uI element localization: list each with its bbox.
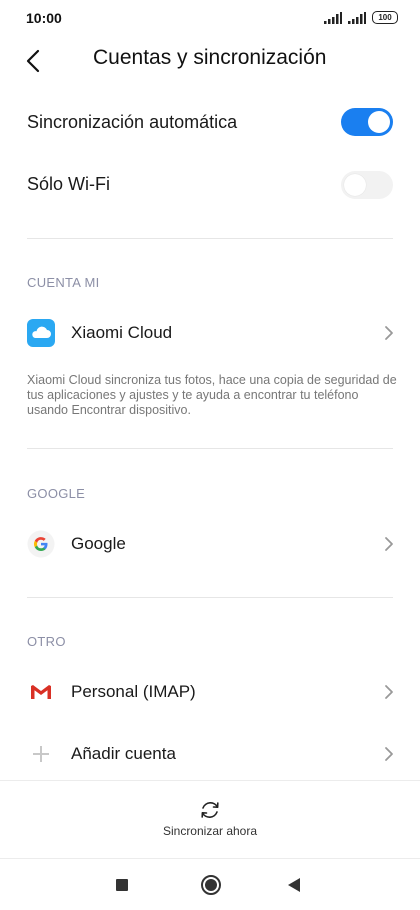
- system-nav-bar: [0, 860, 420, 910]
- google-icon: [27, 530, 55, 558]
- xiaomi-cloud-description: Xiaomi Cloud sincroniza tus fotos, hace …: [27, 373, 397, 417]
- chevron-right-icon: [385, 747, 393, 761]
- chevron-right-icon: [385, 685, 393, 699]
- page-title: Cuentas y sincronización: [93, 46, 327, 69]
- status-bar: 10:00 100: [0, 0, 420, 36]
- back-triangle-icon[interactable]: [287, 877, 301, 893]
- home-circle-icon[interactable]: [200, 874, 222, 896]
- chevron-right-icon: [385, 326, 393, 340]
- divider: [27, 597, 393, 598]
- auto-sync-row[interactable]: Sincronización automática: [0, 100, 420, 146]
- section-header-other: OTRO: [27, 634, 66, 649]
- section-header-google: GOOGLE: [27, 486, 86, 501]
- xiaomi-cloud-label: Xiaomi Cloud: [71, 323, 173, 342]
- header: Cuentas y sincronización: [0, 36, 420, 84]
- back-arrow-icon[interactable]: [20, 46, 50, 76]
- add-account-label: Añadir cuenta: [71, 744, 176, 763]
- add-account-item[interactable]: Añadir cuenta: [0, 731, 420, 777]
- google-account-item[interactable]: Google: [0, 521, 420, 567]
- xiaomi-cloud-item[interactable]: Xiaomi Cloud: [0, 310, 420, 356]
- xiaomi-cloud-icon: [27, 319, 55, 347]
- divider: [0, 858, 420, 859]
- toggle-knob: [344, 174, 366, 196]
- gmail-icon: [31, 685, 51, 699]
- personal-imap-item[interactable]: Personal (IMAP): [0, 669, 420, 715]
- wifi-only-row[interactable]: Sólo Wi-Fi: [0, 162, 420, 208]
- personal-imap-label: Personal (IMAP): [71, 682, 196, 701]
- chevron-right-icon: [385, 537, 393, 551]
- auto-sync-toggle[interactable]: [341, 108, 393, 136]
- auto-sync-label: Sincronización automática: [27, 112, 238, 132]
- wifi-only-label: Sólo Wi-Fi: [27, 174, 111, 194]
- signal-icon: [324, 11, 342, 24]
- signal-icon-2: [348, 11, 366, 24]
- google-label: Google: [71, 534, 126, 553]
- sync-now-button[interactable]: Sincronizar ahora: [0, 824, 420, 838]
- divider: [27, 238, 393, 239]
- sync-icon[interactable]: [198, 798, 222, 822]
- battery-indicator: 100: [372, 11, 398, 24]
- wifi-only-toggle[interactable]: [341, 171, 393, 199]
- divider: [27, 448, 393, 449]
- status-time: 10:00: [26, 10, 62, 26]
- section-header-mi: CUENTA MI: [27, 275, 100, 290]
- plus-icon: [33, 746, 49, 762]
- toggle-knob: [368, 111, 390, 133]
- sync-now-area[interactable]: Sincronizar ahora: [0, 782, 420, 858]
- recents-square-icon[interactable]: [115, 878, 129, 892]
- status-icons: 100: [324, 11, 398, 24]
- divider: [0, 780, 420, 781]
